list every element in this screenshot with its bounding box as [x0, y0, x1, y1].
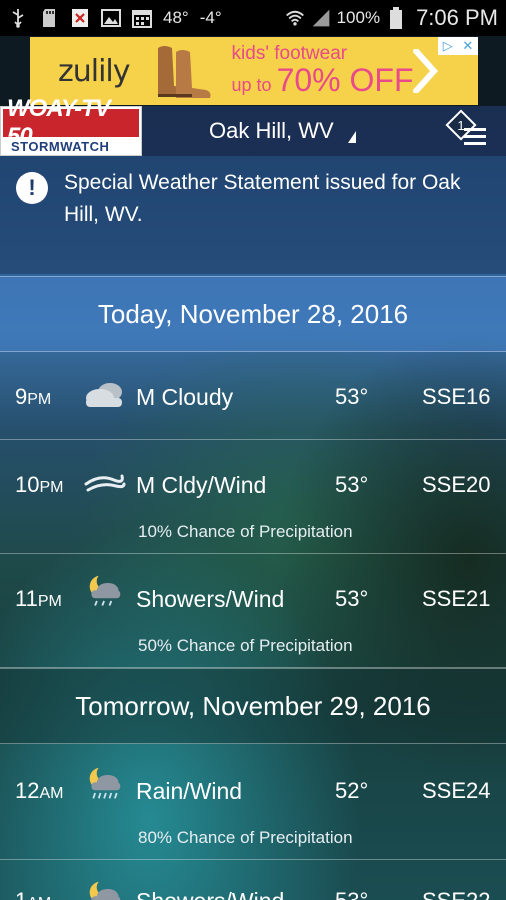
- day-label: Tomorrow, November 29, 2016: [75, 690, 431, 721]
- menu-bar: [464, 135, 486, 138]
- boot-image: [154, 42, 214, 100]
- forecast-row[interactable]: 11PM Showers/Wind 53° SSE21 50% Chance o…: [0, 554, 506, 668]
- status-bar: 48° -4° 100% 7:06 PM: [0, 0, 506, 36]
- ad-play-icon: ▷: [442, 38, 453, 53]
- menu-bar: [464, 128, 486, 131]
- image-icon: [101, 8, 121, 28]
- hour-label: 12AM: [15, 778, 64, 803]
- temperature: 52°: [335, 778, 369, 803]
- rain-night-icon: [89, 767, 121, 799]
- close-icon[interactable]: ✕: [462, 38, 473, 54]
- wind: SSE16: [422, 384, 491, 409]
- wind-icon: [84, 474, 126, 492]
- station-logo[interactable]: WOAY-TV 50 STORMWATCH: [0, 95, 142, 156]
- hour-label: 9PM: [15, 384, 52, 409]
- ad-text: kids' footwear up to 70% OFF: [232, 44, 414, 98]
- temperature: 53°: [335, 888, 368, 900]
- wind: SSE20: [422, 472, 491, 497]
- precip-chance: 10% Chance of Precipitation: [138, 522, 353, 541]
- usb-icon: [8, 8, 28, 28]
- wind: SSE24: [422, 778, 491, 803]
- hour-label: 1AM: [15, 888, 51, 900]
- ad-brand: zulily: [58, 53, 131, 89]
- condition: Showers/Wind: [136, 586, 285, 612]
- sd-card-icon: [39, 8, 59, 28]
- forecast-row[interactable]: 12AM Rain/Wind 52° SSE24 80% Chance of P…: [0, 746, 506, 860]
- calendar-icon: [132, 8, 152, 28]
- blocked-icon: [70, 8, 90, 28]
- showers-night-icon: [89, 575, 121, 606]
- weather-alert[interactable]: ! Special Weather Statement issued for O…: [0, 156, 506, 274]
- logo-title: WOAY-TV 50: [3, 95, 139, 150]
- condition: Showers/Wind: [136, 888, 284, 900]
- signal-icon: [311, 8, 331, 28]
- battery-icon: [386, 7, 406, 29]
- menu-bar: [464, 142, 486, 145]
- wind: SSE21: [422, 586, 491, 611]
- dropdown-caret-icon[interactable]: [348, 131, 356, 143]
- logo-subtitle: STORMWATCH: [3, 138, 139, 154]
- wifi-icon: [285, 8, 305, 28]
- day-label: Today, November 28, 2016: [97, 298, 409, 329]
- precip-chance: 50% Chance of Precipitation: [138, 636, 353, 655]
- condition: Rain/Wind: [136, 778, 243, 804]
- forecast-row[interactable]: 1AM Showers/Wind 53° SSE22: [0, 860, 506, 900]
- day-header-today: Today, November 28, 2016: [0, 276, 506, 352]
- precip-chance: 80% Chance of Precipitation: [138, 828, 353, 847]
- temperature: 53°: [335, 384, 369, 409]
- status-time: 7:06 PM: [416, 5, 498, 30]
- ad-choices[interactable]: ▷ ✕: [438, 37, 478, 55]
- app-header: WOAY-TV 50 STORMWATCH Oak Hill, WV 1: [0, 95, 506, 156]
- ad-headline: kids' footwear: [231, 43, 348, 65]
- forecast-row[interactable]: 10PM M Cldy/Wind 53° SSE20 10% Chance of…: [0, 440, 506, 554]
- alert-icon: !: [16, 172, 48, 204]
- menu-button[interactable]: 1: [445, 109, 490, 150]
- forecast-row[interactable]: 9PM M Cloudy 53° SSE16: [0, 354, 506, 440]
- wind: SSE22: [422, 888, 491, 900]
- day-header-tomorrow: Tomorrow, November 29, 2016: [0, 668, 506, 744]
- battery-percent: 100%: [336, 8, 381, 27]
- condition: M Cloudy: [136, 384, 234, 410]
- ad-offer: up to 70% OFF: [231, 62, 414, 99]
- chevron-right-icon: [413, 49, 438, 93]
- location-selector[interactable]: Oak Hill, WV: [209, 118, 334, 144]
- hour-label: 11PM: [15, 586, 62, 611]
- temperature: 53°: [335, 586, 369, 611]
- alert-text: Special Weather Statement issued for Oak…: [64, 171, 461, 226]
- cloudy-icon: [86, 383, 122, 407]
- condition: M Cldy/Wind: [136, 472, 267, 498]
- showers-night-icon: [89, 881, 121, 900]
- hour-label: 10PM: [15, 472, 64, 497]
- status-temp-1: 48°: [163, 8, 189, 27]
- temperature: 53°: [335, 472, 369, 497]
- status-temp-2: -4°: [199, 8, 222, 27]
- notification-count: 1: [457, 117, 465, 133]
